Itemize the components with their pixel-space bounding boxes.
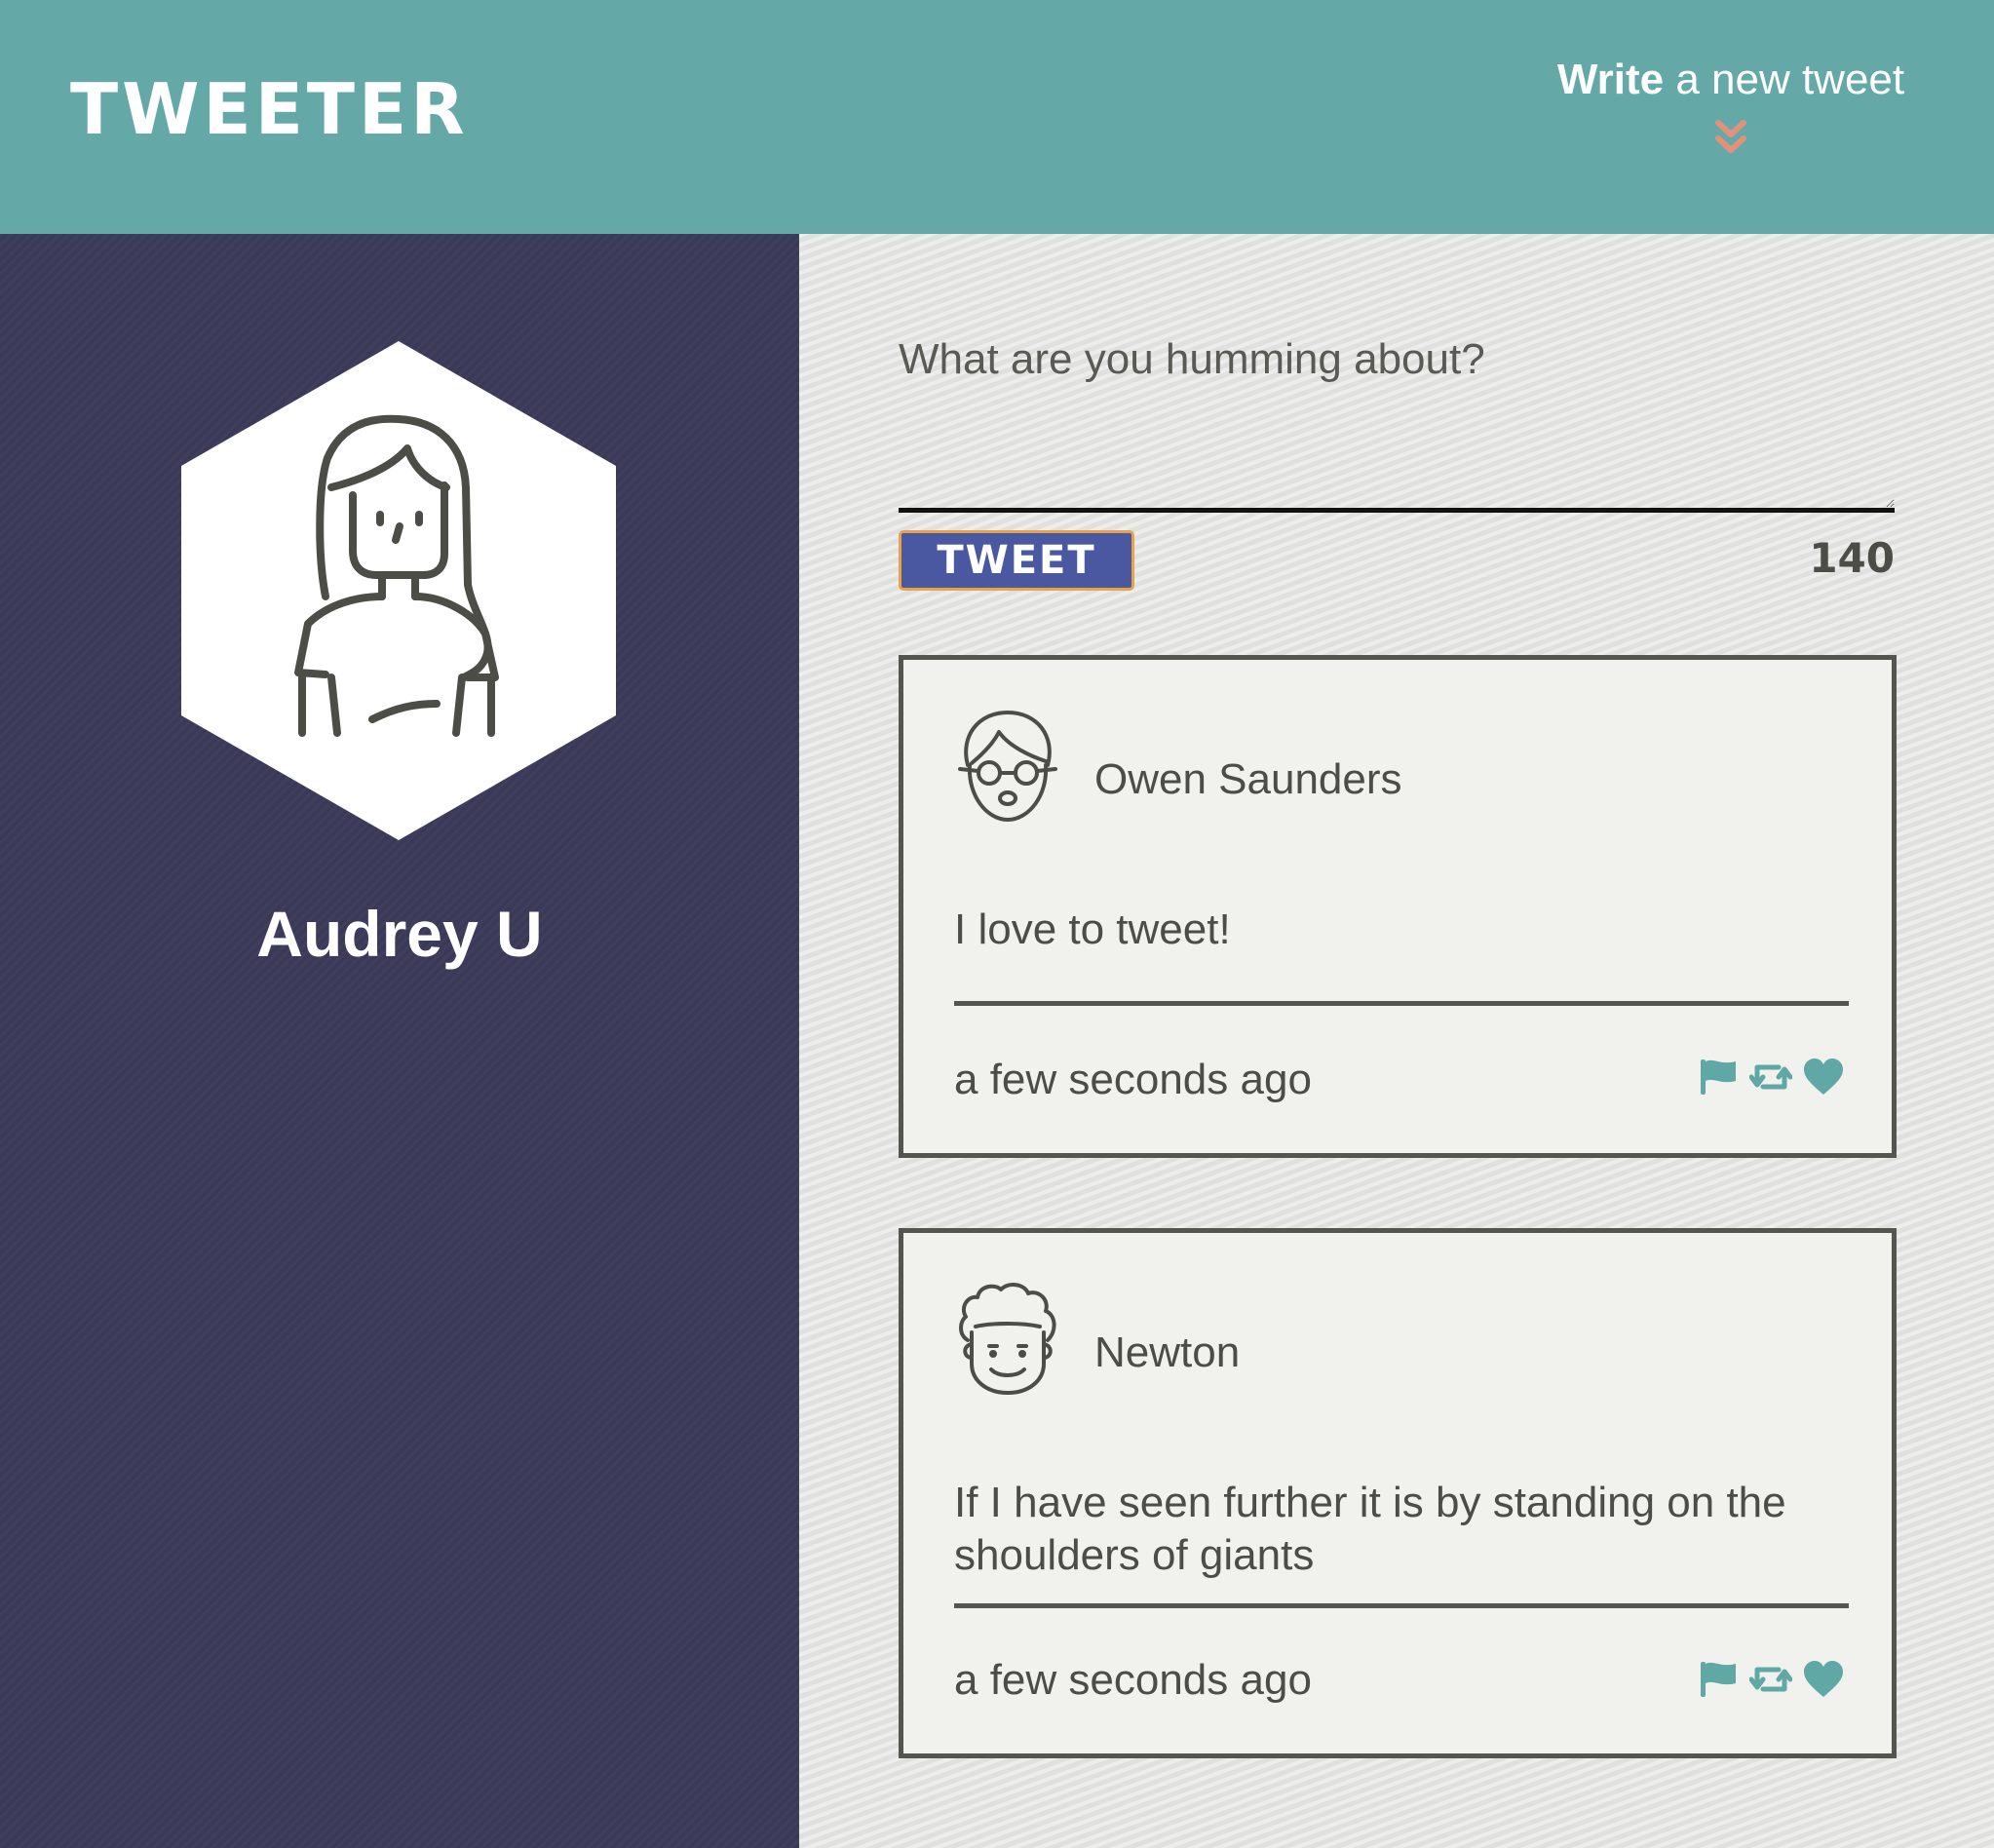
profile-sidebar: Audrey U <box>0 234 799 1848</box>
tweet-text-input[interactable] <box>899 324 1895 513</box>
tweet-timestamp: a few seconds ago <box>954 1056 1312 1103</box>
tweet-divider <box>954 1001 1849 1006</box>
double-chevron-down-icon <box>1715 120 1746 154</box>
brand-logo-text: TWEETER <box>70 68 469 150</box>
heart-icon[interactable] <box>1802 1660 1845 1699</box>
tweet-timestamp: a few seconds ago <box>954 1656 1312 1704</box>
profile-avatar <box>181 341 616 840</box>
retweet-icon[interactable] <box>1749 1660 1792 1699</box>
new-tweet-form <box>899 324 1895 513</box>
character-counter: 140 <box>1809 534 1895 582</box>
write-new-tweet-label: Write a new tweet <box>1546 56 1916 103</box>
profile-name: Audrey U <box>256 898 543 970</box>
tweet-text: I love to tweet! <box>954 905 1231 953</box>
tweet-card: Newton If I have seen further it is by s… <box>899 1228 1897 1758</box>
top-nav-bar: TWEETER Write a new tweet <box>0 0 1994 234</box>
heart-icon[interactable] <box>1802 1058 1845 1097</box>
tweet-actions <box>1697 1660 1845 1699</box>
curly-hair-person-icon <box>959 1283 1056 1395</box>
retweet-icon[interactable] <box>1749 1058 1792 1097</box>
main-feed: TWEET 140 Owen Saunders I love to tweet!… <box>799 234 1994 1848</box>
tweet-submit-button[interactable]: TWEET <box>899 530 1134 591</box>
glasses-person-icon <box>958 711 1057 822</box>
tweet-card: Owen Saunders I love to tweet! a few sec… <box>899 655 1897 1158</box>
tweet-text: If I have seen further it is by standing… <box>954 1479 1786 1579</box>
tweet-divider <box>954 1603 1849 1608</box>
write-new-tweet-toggle[interactable]: Write a new tweet <box>1546 56 1916 183</box>
write-label-bold: Write <box>1556 56 1665 103</box>
flag-icon[interactable] <box>1697 1660 1740 1699</box>
tweet-author-name[interactable]: Owen Saunders <box>1094 755 1402 804</box>
tweet-author-name[interactable]: Newton <box>1094 1328 1240 1377</box>
flag-icon[interactable] <box>1697 1058 1740 1097</box>
tweet-actions <box>1697 1058 1845 1097</box>
write-label-rest: a new tweet <box>1664 56 1905 103</box>
